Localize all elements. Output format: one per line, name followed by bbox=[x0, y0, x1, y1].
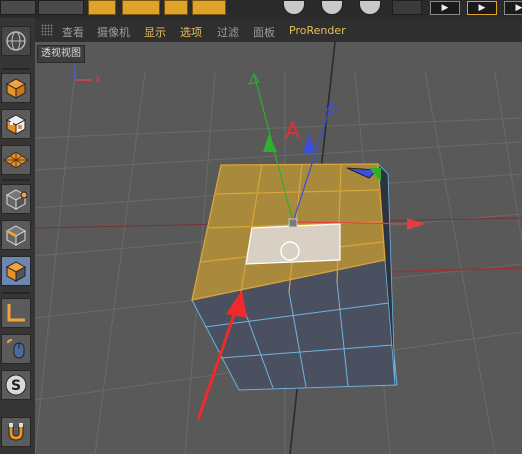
menu-panel[interactable]: 面板 bbox=[253, 24, 275, 40]
point-cube-icon bbox=[5, 189, 28, 210]
view-axis-marker: x bbox=[74, 65, 101, 85]
edge-cube-icon bbox=[5, 225, 27, 246]
texture-mode-button[interactable] bbox=[1, 109, 31, 139]
menu-cameras[interactable]: 摄像机 bbox=[97, 24, 130, 40]
coordinate-system-button[interactable] bbox=[392, 0, 422, 15]
globe-icon bbox=[6, 31, 26, 51]
axis-marker-x: x bbox=[95, 74, 101, 85]
left-tool-palette: S bbox=[0, 18, 35, 454]
polygon-cube-icon bbox=[5, 261, 27, 282]
z-axis-lock-icon[interactable] bbox=[359, 0, 381, 15]
tweak-mode-button[interactable] bbox=[1, 334, 31, 364]
palette-separator bbox=[2, 68, 30, 70]
grid-plane-icon bbox=[3, 151, 29, 169]
mouse-icon bbox=[7, 339, 25, 359]
axis-mode-button[interactable] bbox=[1, 298, 31, 328]
rotate-tool-button[interactable] bbox=[192, 0, 226, 15]
polygons-mode-button[interactable] bbox=[1, 256, 31, 286]
box-tool-button[interactable] bbox=[164, 0, 188, 15]
palette-separator bbox=[2, 179, 30, 181]
scale-tool-button[interactable] bbox=[122, 0, 160, 15]
perspective-viewport[interactable]: A x 透视视图 bbox=[35, 42, 522, 454]
render-settings-button[interactable]: ▶ bbox=[504, 1, 522, 15]
render-picture-viewer-button[interactable]: ▶ bbox=[467, 1, 497, 15]
drag-grip-icon[interactable] bbox=[41, 24, 53, 36]
menu-display[interactable]: 显示 bbox=[144, 24, 166, 40]
viewport-name-label: 透视视图 bbox=[37, 45, 85, 63]
points-mode-button[interactable] bbox=[1, 184, 31, 214]
top-toolbar: ▶ ▶ ▶ bbox=[0, 0, 522, 18]
cube-mesh[interactable] bbox=[191, 162, 398, 391]
viewport-scene: A x bbox=[35, 42, 522, 454]
x-axis-lock-icon[interactable] bbox=[283, 0, 305, 15]
palette-separator bbox=[2, 292, 30, 294]
snap-s-icon: S bbox=[5, 374, 27, 396]
axis-icon bbox=[7, 304, 25, 322]
menu-view[interactable]: 查看 bbox=[62, 24, 84, 40]
viewport-menu-bar: 查看 摄像机 显示 选项 过滤 面板 ProRender bbox=[35, 20, 522, 42]
snapping-button[interactable]: S bbox=[1, 370, 31, 400]
cube-icon bbox=[5, 78, 27, 99]
menu-prorender[interactable]: ProRender bbox=[289, 24, 346, 37]
workplane-mode-button[interactable] bbox=[1, 145, 31, 175]
selected-polygon[interactable] bbox=[245, 223, 341, 265]
checker-grid-button[interactable] bbox=[1, 26, 31, 56]
toolbar-button-cut-off[interactable] bbox=[0, 0, 36, 15]
move-tool-button[interactable] bbox=[88, 0, 116, 15]
magnet-button[interactable] bbox=[1, 417, 31, 447]
checker-cube-icon bbox=[5, 114, 27, 135]
menu-filter[interactable]: 过滤 bbox=[217, 24, 239, 40]
y-axis-lock-icon[interactable] bbox=[321, 0, 343, 15]
model-mode-button[interactable] bbox=[1, 73, 31, 103]
toolbar-button-cut-off[interactable] bbox=[38, 0, 84, 15]
render-view-button[interactable]: ▶ bbox=[430, 1, 460, 15]
edges-mode-button[interactable] bbox=[1, 220, 31, 250]
annotation-label: A bbox=[285, 119, 300, 144]
menu-options[interactable]: 选项 bbox=[180, 24, 202, 40]
svg-text:S: S bbox=[11, 378, 21, 394]
magnet-icon bbox=[8, 423, 24, 441]
